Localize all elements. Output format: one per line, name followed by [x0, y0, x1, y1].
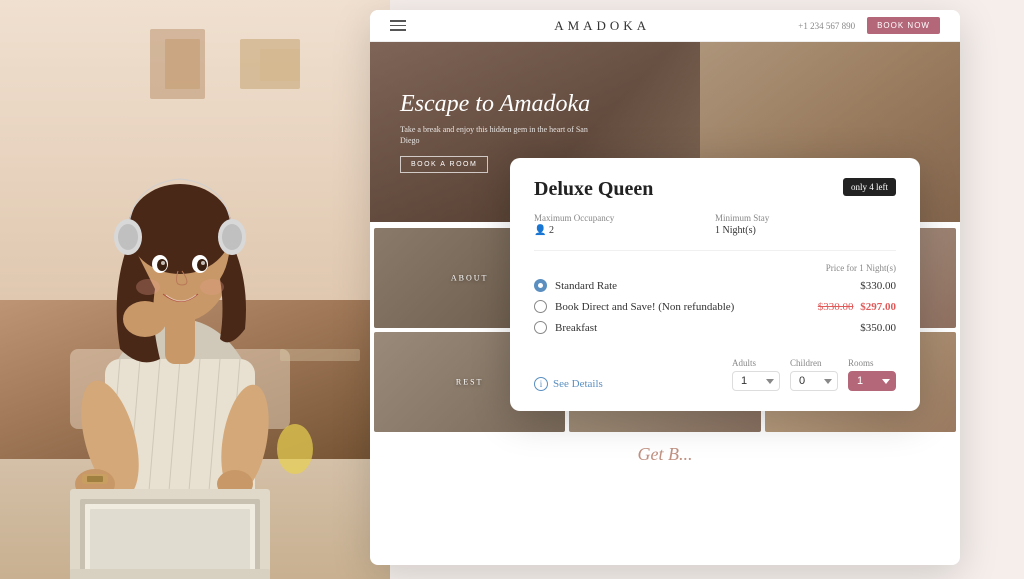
rate-price-direct: $330.00 $297.00 — [818, 301, 896, 313]
header-right: +1 234 567 890 BOOK NOW — [798, 17, 940, 34]
rooms-control: Rooms 1 2 3 — [848, 358, 896, 391]
room-modal-card: Deluxe Queen only 4 left Maximum Occupan… — [510, 158, 920, 411]
min-stay-group: Minimum Stay 1 Night(s) — [715, 213, 896, 236]
phone-number: +1 234 567 890 — [798, 21, 855, 31]
radio-direct[interactable] — [534, 300, 547, 313]
rooms-select[interactable]: 1 2 3 — [848, 371, 896, 391]
rate-row-direct[interactable]: Book Direct and Save! (Non refundable) $… — [534, 300, 896, 313]
radio-breakfast[interactable] — [534, 321, 547, 334]
adults-label: Adults — [732, 358, 756, 368]
radio-standard[interactable] — [534, 279, 547, 292]
booking-controls: Adults 1 2 Children 0 1 2 Rooms — [732, 358, 896, 391]
max-occupancy-group: Maximum Occupancy 👤 2 — [534, 213, 715, 236]
original-price-direct: $330.00 — [818, 301, 854, 313]
woman-illustration — [0, 9, 390, 579]
rooms-label: Rooms — [848, 358, 874, 368]
see-details-link[interactable]: i See Details — [534, 377, 603, 391]
bottom-teaser: Get B... — [370, 436, 960, 473]
rate-section: Price for 1 Night(s) Standard Rate $330.… — [534, 250, 896, 334]
max-occupancy-label: Maximum Occupancy — [534, 213, 715, 223]
browser-mockup: AMADOKA +1 234 567 890 BOOK NOW Escape t… — [370, 10, 960, 565]
hamburger-menu[interactable] — [390, 20, 406, 31]
room-meta: Maximum Occupancy 👤 2 Minimum Stay 1 Nig… — [534, 213, 896, 236]
hero-cta-button[interactable]: BOOK A ROOM — [400, 156, 488, 173]
rate-name-standard: Standard Rate — [555, 280, 860, 292]
min-stay-label: Minimum Stay — [715, 213, 896, 223]
availability-badge: only 4 left — [843, 178, 896, 196]
rate-price-breakfast: $350.00 — [860, 322, 896, 334]
modal-header: Deluxe Queen only 4 left — [534, 178, 896, 201]
max-occupancy-value: 👤 2 — [534, 225, 715, 236]
see-details-label: See Details — [553, 378, 603, 390]
hero-photo — [0, 0, 390, 579]
info-icon: i — [534, 377, 548, 391]
room-title: Deluxe Queen — [534, 178, 653, 201]
min-stay-value: 1 Night(s) — [715, 225, 896, 236]
rate-price-standard: $330.00 — [860, 280, 896, 292]
rate-name-breakfast: Breakfast — [555, 322, 860, 334]
children-select[interactable]: 0 1 2 — [790, 371, 838, 391]
person-icon: 👤 — [534, 225, 546, 236]
rate-name-direct: Book Direct and Save! (Non refundable) — [555, 301, 818, 313]
adults-control: Adults 1 2 — [732, 358, 780, 391]
children-control: Children 0 1 2 — [790, 358, 838, 391]
adults-select[interactable]: 1 2 — [732, 371, 780, 391]
hotel-name: AMADOKA — [554, 18, 650, 34]
children-label: Children — [790, 358, 822, 368]
book-now-button[interactable]: BOOK NOW — [867, 17, 940, 34]
rate-row-breakfast[interactable]: Breakfast $350.00 — [534, 321, 896, 334]
rate-row-standard[interactable]: Standard Rate $330.00 — [534, 279, 896, 292]
discounted-price-direct: $297.00 — [860, 301, 896, 313]
hero-subtitle: Take a break and enjoy this hidden gem i… — [400, 124, 600, 146]
price-for-label: Price for 1 Night(s) — [534, 263, 896, 273]
hotel-header: AMADOKA +1 234 567 890 BOOK NOW — [370, 10, 960, 42]
